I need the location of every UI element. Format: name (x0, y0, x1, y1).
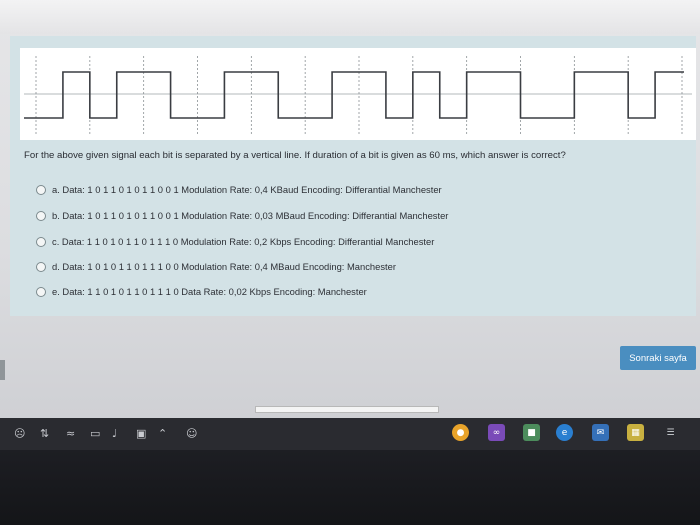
notification-icon[interactable]: ☰ (662, 424, 679, 441)
chevron-up-icon[interactable]: ⌃ (158, 427, 167, 441)
people-icon[interactable]: ☹ (14, 427, 25, 441)
option-d-text: d. Data: 1 0 1 0 1 1 0 1 1 1 0 0 Modulat… (52, 261, 396, 272)
side-handle[interactable] (0, 360, 5, 380)
bottom-strip (255, 406, 439, 413)
signal-waveform (24, 71, 684, 119)
device-icon[interactable]: ▣ (136, 427, 146, 441)
laptop-bezel (0, 450, 700, 525)
radio-d[interactable] (36, 261, 46, 272)
taskbar: ☹ ⇅ ≈ ▭ ♩ ▣ ⌃ ☺ ● ∞ ■ e ✉ ▦ ☰ (0, 418, 700, 450)
option-c-text: c. Data: 1 1 0 1 0 1 1 0 1 1 1 0 Modulat… (52, 236, 435, 247)
signal-figure (20, 48, 696, 140)
option-e[interactable]: e. Data: 1 1 0 1 0 1 1 0 1 1 1 0 Data Ra… (36, 286, 367, 297)
bluetooth-icon[interactable]: ⇅ (40, 427, 49, 441)
next-page-button[interactable]: Sonraki sayfa (620, 346, 696, 370)
battery-icon[interactable]: ▭ (90, 427, 100, 441)
option-a[interactable]: a. Data: 1 0 1 1 0 1 0 1 1 0 0 1 Modulat… (36, 184, 442, 195)
people-pin-icon[interactable]: ☺ (186, 427, 197, 441)
browser-screen: For the above given signal each bit is s… (0, 0, 700, 418)
option-b-text: b. Data: 1 0 1 1 0 1 0 1 1 0 0 1 Modulat… (52, 210, 449, 221)
radio-e[interactable] (36, 286, 46, 297)
signal-diagram (24, 56, 692, 134)
question-panel: For the above given signal each bit is s… (10, 36, 696, 316)
mail-icon[interactable]: ✉ (592, 424, 609, 441)
radio-b[interactable] (36, 210, 46, 221)
radio-a[interactable] (36, 184, 46, 195)
option-d[interactable]: d. Data: 1 0 1 0 1 1 0 1 1 1 0 0 Modulat… (36, 261, 396, 272)
option-c[interactable]: c. Data: 1 1 0 1 0 1 1 0 1 1 1 0 Modulat… (36, 236, 434, 247)
volume-icon[interactable]: ♩ (112, 427, 117, 441)
edge-icon[interactable]: e (556, 424, 573, 441)
option-e-text: e. Data: 1 1 0 1 0 1 1 0 1 1 1 0 Data Ra… (52, 286, 367, 297)
visual-studio-icon[interactable]: ∞ (488, 424, 505, 441)
option-a-text: a. Data: 1 0 1 1 0 1 0 1 1 0 0 1 Modulat… (52, 184, 442, 195)
wifi-icon[interactable]: ≈ (66, 427, 75, 441)
question-text: For the above given signal each bit is s… (24, 150, 566, 161)
store-icon[interactable]: ▦ (627, 424, 644, 441)
radio-c[interactable] (36, 236, 46, 247)
app-icon[interactable]: ■ (523, 424, 540, 441)
chrome-icon[interactable]: ● (452, 424, 469, 441)
option-b[interactable]: b. Data: 1 0 1 1 0 1 0 1 1 0 0 1 Modulat… (36, 210, 448, 221)
top-bar (0, 0, 700, 34)
